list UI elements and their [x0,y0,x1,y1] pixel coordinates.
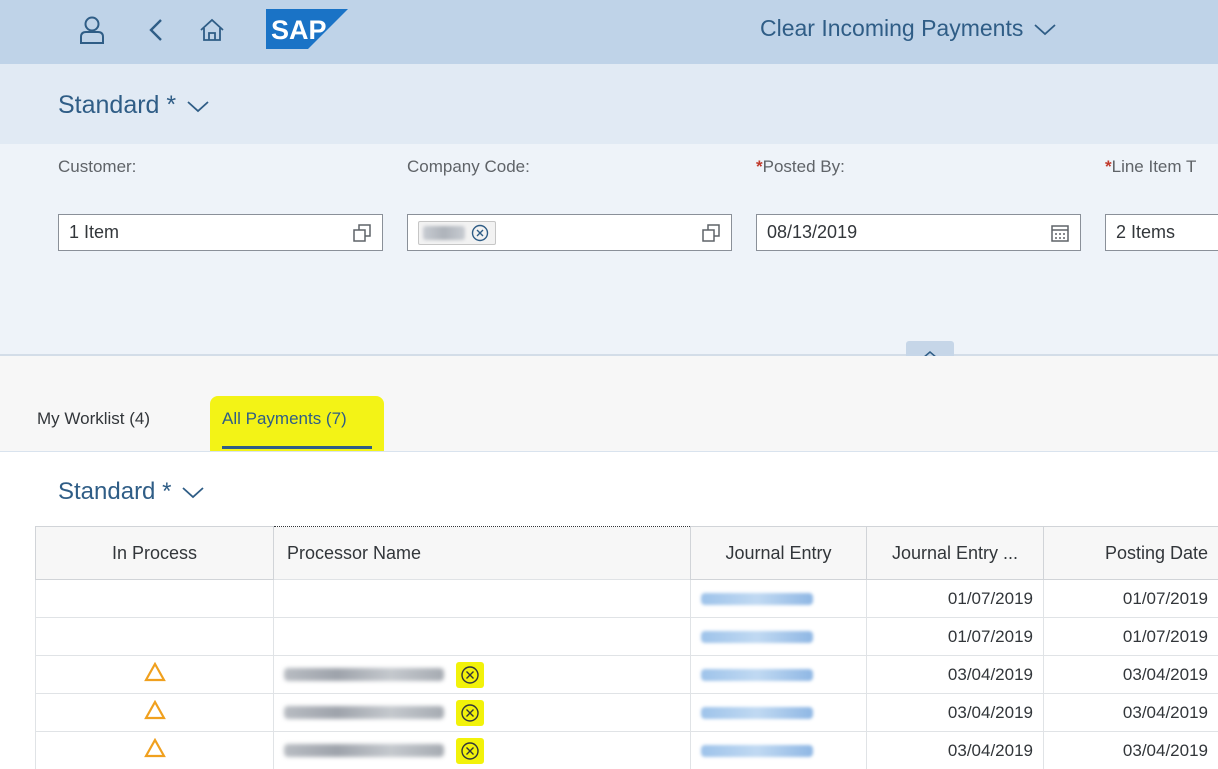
je-date-cell: 01/07/2019 [866,579,1044,618]
posting-date-cell: 03/04/2019 [1043,693,1218,732]
column-header-journal-entry[interactable]: Journal Entry [690,526,867,580]
journal-entry-cell[interactable] [690,693,867,732]
clear-icon [461,741,479,760]
in-process-cell [35,617,274,656]
value-help-icon[interactable] [352,223,372,243]
processor-cell [273,731,691,769]
journal-entry-link[interactable] [701,707,813,720]
processor-cell [273,579,691,618]
journal-entry-link[interactable] [701,745,813,758]
clear-icon [461,665,479,684]
line-item-type-value: 2 Items [1116,222,1176,242]
je-date-cell: 01/07/2019 [866,617,1044,656]
variant-header: Standard * [0,64,1218,144]
chevron-down-icon [187,100,209,112]
column-header-posting-date[interactable]: Posting Date [1043,526,1218,580]
value-help-icon[interactable] [701,223,721,243]
posting-date-cell: 03/04/2019 [1043,655,1218,694]
app-title-menu[interactable]: Clear Incoming Payments [760,15,1057,42]
line-item-type-input[interactable]: 2 Items [1105,214,1218,251]
company-code-token[interactable] [418,220,496,245]
variant-selector[interactable]: Standard * [58,91,210,120]
je-date-cell: 03/04/2019 [866,693,1044,732]
required-marker: * [1105,157,1112,176]
app-title: Clear Incoming Payments [760,15,1024,41]
remove-token-icon[interactable] [471,224,489,242]
chevron-down-icon [182,487,205,499]
table-variant-selector[interactable]: Standard * [58,478,205,506]
table-header-row: In Process Processor Name Journal Entry … [35,526,1218,580]
processor-name-redacted [284,744,444,757]
je-date-cell: 03/04/2019 [866,655,1044,694]
tab-my-worklist[interactable]: My Worklist (4) [37,409,150,429]
clear-icon [461,703,479,722]
customer-label: Customer: [58,157,137,176]
line-item-type-label: *Line Item T [1105,157,1197,176]
company-code-input[interactable] [407,214,732,251]
in-process-cell [35,579,274,618]
warning-triangle-icon [143,661,166,682]
user-icon[interactable] [74,12,110,48]
required-marker: * [756,157,763,176]
filter-bar: Customer: 1 Item Company Code: *Posted B… [0,144,1218,369]
tab-all-payments[interactable]: All Payments (7) [222,409,347,429]
active-tab-indicator [222,446,372,449]
posting-date-cell: 01/07/2019 [1043,617,1218,656]
posted-by-label: *Posted By: [756,157,845,176]
journal-entry-link[interactable] [701,631,813,644]
remove-processor-button[interactable] [456,661,484,688]
processor-cell [273,617,691,656]
remove-processor-button[interactable] [456,699,484,726]
journal-entry-link[interactable] [701,669,813,682]
company-code-label: Company Code: [407,157,530,176]
column-header-in-process[interactable]: In Process [35,526,274,580]
table-row[interactable]: 01/07/2019 01/07/2019 [35,579,1218,618]
in-process-cell [35,655,274,694]
journal-entry-cell[interactable] [690,579,867,618]
journal-entry-cell[interactable] [690,731,867,769]
customer-value: 1 Item [69,222,120,242]
posted-by-value: 08/13/2019 [767,222,858,242]
table-title: Standard * [58,478,172,505]
sap-logo-text: SAP [271,15,327,45]
journal-entry-cell[interactable] [690,617,867,656]
column-header-processor-name[interactable]: Processor Name [273,526,691,580]
redacted-token-text [423,225,465,240]
posted-by-input[interactable]: 08/13/2019 [756,214,1081,251]
shell-bar: SAP Clear Incoming Payments [0,0,1218,64]
posting-date-cell: 01/07/2019 [1043,579,1218,618]
processor-cell [273,693,691,732]
home-icon[interactable] [194,12,230,48]
payments-table: In Process Processor Name Journal Entry … [35,526,1218,769]
back-icon[interactable] [138,12,174,48]
customer-input[interactable]: 1 Item [58,214,383,251]
tab-bar: My Worklist (4) All Payments (7) [0,356,1218,458]
table-row[interactable]: 03/04/2019 03/04/2019 [35,693,1218,732]
remove-processor-button[interactable] [456,737,484,764]
table-row[interactable]: 01/07/2019 01/07/2019 [35,617,1218,656]
processor-cell [273,655,691,694]
sap-logo[interactable]: SAP [266,9,348,49]
warning-triangle-icon [143,699,166,720]
processor-name-redacted [284,668,444,681]
posting-date-cell: 03/04/2019 [1043,731,1218,769]
je-date-cell: 03/04/2019 [866,731,1044,769]
journal-entry-cell[interactable] [690,655,867,694]
chevron-down-icon [1034,23,1056,35]
in-process-cell [35,693,274,732]
processor-name-redacted [284,706,444,719]
journal-entry-link[interactable] [701,593,813,606]
table-row[interactable]: 03/04/2019 03/04/2019 [35,655,1218,694]
warning-triangle-icon [143,737,166,758]
in-process-cell [35,731,274,769]
table-row[interactable]: 03/04/2019 03/04/2019 [35,731,1218,769]
variant-title: Standard * [58,91,177,119]
column-header-journal-entry-date[interactable]: Journal Entry ... [866,526,1044,580]
calendar-icon[interactable] [1050,223,1070,243]
table-section: Standard * In Process Processor Name Jou… [0,452,1218,769]
